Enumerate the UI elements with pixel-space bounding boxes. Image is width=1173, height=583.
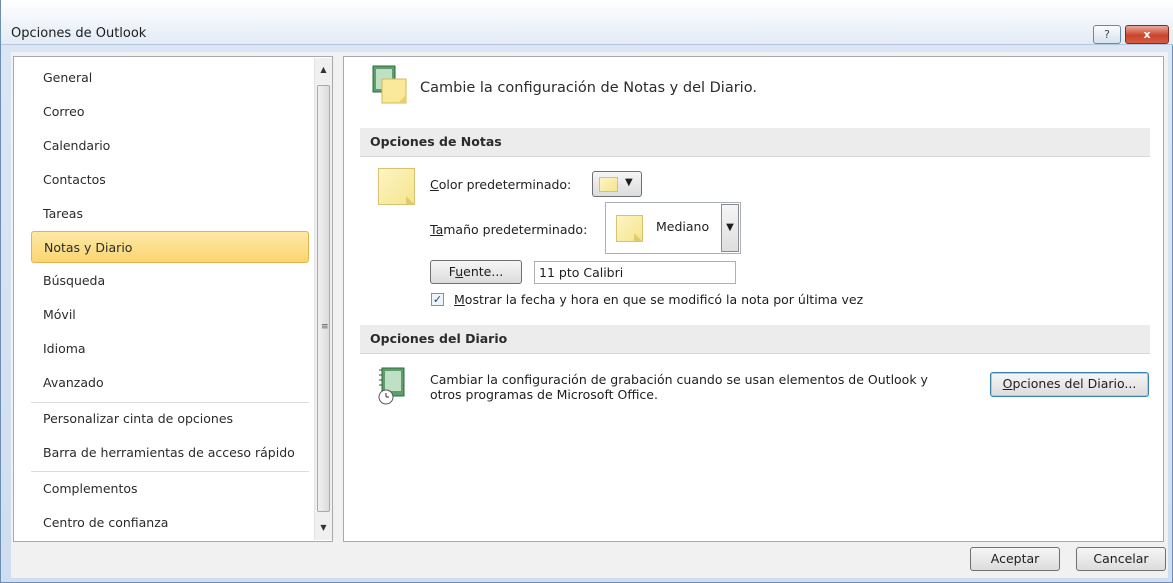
journal-options-button[interactable]: Opciones del Diario... xyxy=(990,372,1149,397)
size-value: Mediano xyxy=(656,219,710,234)
show-date-label: Mostrar la fecha y hora en que se modifi… xyxy=(454,292,863,307)
chevron-down-icon[interactable]: ▼ xyxy=(721,204,739,252)
options-nav: General Correo Calendario Contactos Tare… xyxy=(13,56,333,542)
label-text: olor predeterminado: xyxy=(438,177,572,192)
nav-item-barra-acceso-rapido[interactable]: Barra de herramientas de acceso rápido xyxy=(31,437,309,469)
journal-clock-icon xyxy=(378,367,405,405)
nav-item-label: Tareas xyxy=(43,206,83,221)
nav-item-label: Avanzado xyxy=(43,375,104,390)
options-content: Cambie la configuración de Notas y del D… xyxy=(343,56,1164,542)
journal-description-line1: Cambiar la configuración de grabación cu… xyxy=(430,372,928,387)
access-key: u xyxy=(455,264,464,279)
nav-item-calendario[interactable]: Calendario xyxy=(31,130,309,162)
label-text: ostrar la fecha y hora en que se modific… xyxy=(464,292,864,307)
nav-item-general[interactable]: General xyxy=(31,62,309,94)
window-title: Opciones de Outlook xyxy=(11,26,147,41)
nav-item-label: Notas y Diario xyxy=(44,240,133,255)
nav-item-busqueda[interactable]: Búsqueda xyxy=(31,265,309,297)
font-button[interactable]: Fuente... xyxy=(430,260,522,284)
nav-item-label: Móvil xyxy=(43,307,76,322)
nav-scrollbar[interactable]: ▲ ≡ ▼ xyxy=(314,58,332,540)
font-value-field: 11 pto Calibri xyxy=(534,261,736,284)
journal-description-line2: otros programas de Microsoft Office. xyxy=(430,387,658,402)
scroll-thumb[interactable]: ≡ xyxy=(317,85,330,512)
nav-item-label: Complementos xyxy=(43,481,138,496)
default-color-label: Color predeterminado: xyxy=(430,177,571,192)
chevron-down-icon: ▼ xyxy=(625,177,633,188)
default-color-dropdown[interactable]: ▼ xyxy=(592,171,642,197)
nav-item-avanzado[interactable]: Avanzado xyxy=(31,367,309,399)
nav-item-label: Calendario xyxy=(43,138,111,153)
show-date-checkbox[interactable]: ✓ xyxy=(431,293,444,306)
scroll-up-icon[interactable]: ▲ xyxy=(318,64,329,75)
access-key: C xyxy=(430,177,439,192)
nav-item-notas-y-diario[interactable]: Notas y Diario xyxy=(31,231,309,263)
nav-item-tareas[interactable]: Tareas xyxy=(31,198,309,230)
page-header: Cambie la configuración de Notas y del D… xyxy=(420,80,757,96)
nav-item-idioma[interactable]: Idioma xyxy=(31,333,309,365)
nav-divider xyxy=(31,471,309,472)
label-text: ente... xyxy=(463,264,504,279)
nav-item-centro-confianza[interactable]: Centro de confianza xyxy=(31,507,309,539)
help-button[interactable]: ? xyxy=(1093,25,1121,44)
nav-item-label: Personalizar cinta de opciones xyxy=(43,411,234,426)
nav-item-label: Idioma xyxy=(43,341,86,356)
notes-section-header: Opciones de Notas xyxy=(360,128,1150,157)
nav-item-label: Correo xyxy=(43,104,85,119)
nav-item-label: General xyxy=(43,70,93,85)
nav-item-movil[interactable]: Móvil xyxy=(31,299,309,331)
nav-item-correo[interactable]: Correo xyxy=(31,96,309,128)
journal-section-title: Opciones del Diario xyxy=(370,331,508,346)
nav-item-label: Contactos xyxy=(43,172,106,187)
default-size-dropdown[interactable]: Mediano ▼ xyxy=(605,202,741,254)
grip-icon: ≡ xyxy=(321,322,329,332)
nav-item-complementos[interactable]: Complementos xyxy=(31,473,309,505)
scroll-down-icon[interactable]: ▼ xyxy=(318,522,329,533)
journal-section-header: Opciones del Diario xyxy=(360,325,1150,354)
cancel-button[interactable]: Cancelar xyxy=(1076,547,1166,571)
notes-section-title: Opciones de Notas xyxy=(370,134,502,149)
nav-item-label: Búsqueda xyxy=(43,273,106,288)
color-swatch-icon xyxy=(599,177,618,192)
nav-item-label: Barra de herramientas de acceso rápido xyxy=(43,445,295,460)
access-key: M xyxy=(454,292,465,307)
title-bar: Opciones de Outlook ? x xyxy=(1,0,1173,45)
label-text: pciones del Diario... xyxy=(1012,376,1137,391)
close-button[interactable]: x xyxy=(1125,25,1169,44)
access-key: O xyxy=(1002,376,1013,391)
notes-journal-icon xyxy=(372,65,407,104)
default-size-label: Tamaño predeterminado: xyxy=(430,222,587,237)
nav-item-personalizar-cinta[interactable]: Personalizar cinta de opciones xyxy=(31,403,309,435)
note-preview-icon xyxy=(378,168,415,205)
nav-item-label: Centro de confianza xyxy=(43,515,169,530)
nav-item-contactos[interactable]: Contactos xyxy=(31,164,309,196)
note-size-icon xyxy=(616,215,643,242)
outlook-options-window: Opciones de Outlook ? x General Correo C… xyxy=(0,0,1173,583)
ok-button[interactable]: Aceptar xyxy=(970,547,1060,571)
label-text: maño predeterminado: xyxy=(443,222,588,237)
